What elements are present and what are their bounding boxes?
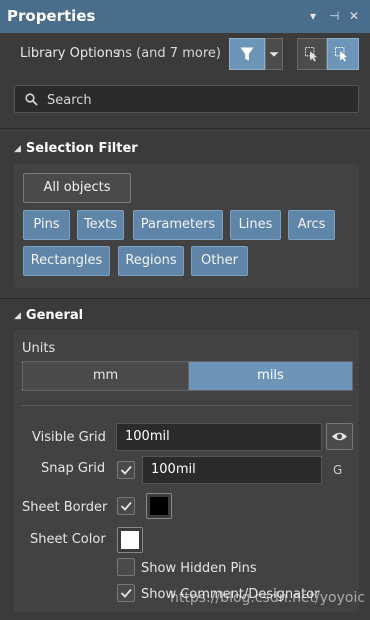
units-mils-option[interactable]: mils bbox=[189, 362, 352, 390]
general-title: General bbox=[25, 308, 84, 323]
general-header[interactable]: ◢ General bbox=[14, 308, 83, 323]
panel-title: Properties bbox=[7, 7, 96, 25]
divider bbox=[0, 298, 370, 299]
pin-icon[interactable]: ⊣ bbox=[329, 9, 339, 23]
selection-filter-header[interactable]: ◢ Selection Filter bbox=[14, 141, 138, 156]
checkmark-icon bbox=[120, 588, 132, 598]
snap-grid-label: Snap Grid bbox=[41, 461, 106, 476]
chip-texts[interactable]: Texts bbox=[77, 210, 124, 240]
units-segmented-control: mm mils bbox=[22, 361, 353, 391]
selection-filter-panel: All objects Pins Texts Parameters Lines … bbox=[14, 164, 359, 288]
snap-grid-checkbox[interactable] bbox=[117, 461, 135, 479]
panel-menu-icon[interactable]: ▾ bbox=[310, 9, 316, 23]
chip-arcs[interactable]: Arcs bbox=[288, 210, 335, 240]
watermark-text: https://blog.csdn.net/yoyoic bbox=[170, 590, 366, 606]
visible-grid-input[interactable]: 100mil bbox=[116, 423, 322, 451]
chip-lines[interactable]: Lines bbox=[230, 210, 281, 240]
show-hidden-pins-checkbox[interactable] bbox=[117, 558, 135, 576]
show-hidden-pins-label: Show Hidden Pins bbox=[141, 561, 257, 576]
search-icon bbox=[25, 93, 38, 106]
units-label: Units bbox=[22, 341, 56, 356]
sheet-border-color-swatch bbox=[150, 497, 168, 515]
units-mm-option[interactable]: mm bbox=[23, 362, 189, 390]
cursor-select-icon bbox=[305, 47, 318, 62]
snap-grid-hotkey: G bbox=[333, 463, 343, 477]
chip-pins[interactable]: Pins bbox=[23, 210, 70, 240]
cursor-area-icon bbox=[335, 46, 348, 62]
visible-grid-toggle[interactable] bbox=[326, 423, 353, 450]
chip-other[interactable]: Other bbox=[191, 246, 248, 276]
chip-rectangles[interactable]: Rectangles bbox=[23, 246, 110, 276]
show-comment-checkbox[interactable] bbox=[117, 584, 135, 602]
library-options-label: Library Options bbox=[20, 46, 120, 61]
filter-button[interactable] bbox=[229, 38, 265, 70]
selection-filter-title: Selection Filter bbox=[25, 141, 138, 156]
divider bbox=[0, 128, 370, 129]
sheet-border-color-button[interactable] bbox=[146, 493, 172, 519]
sheet-border-checkbox[interactable] bbox=[117, 497, 135, 515]
chip-parameters[interactable]: Parameters bbox=[133, 210, 223, 240]
sheet-border-label: Sheet Border bbox=[22, 500, 108, 515]
checkmark-icon bbox=[120, 501, 132, 511]
close-icon[interactable]: ✕ bbox=[349, 9, 359, 23]
snap-grid-input[interactable]: 100mil bbox=[142, 456, 322, 484]
search-box bbox=[14, 85, 359, 113]
chevron-down-icon bbox=[269, 52, 279, 57]
panel-titlebar: Properties ▾ ⊣ ✕ bbox=[0, 0, 370, 33]
divider bbox=[22, 405, 353, 406]
checkmark-icon bbox=[120, 465, 132, 475]
collapse-triangle-icon: ◢ bbox=[14, 311, 21, 321]
chip-regions[interactable]: Regions bbox=[118, 246, 184, 276]
select-inside-button[interactable] bbox=[327, 38, 359, 70]
filter-dropdown-button[interactable] bbox=[265, 38, 283, 70]
panel-toolbar: Library Options ns (and 7 more) bbox=[0, 33, 370, 78]
sheet-color-label: Sheet Color bbox=[30, 532, 106, 547]
sheet-color-swatch bbox=[121, 531, 139, 549]
search-input[interactable] bbox=[45, 89, 349, 111]
filter-summary-text: ns (and 7 more) bbox=[117, 46, 221, 61]
sheet-color-button[interactable] bbox=[117, 527, 143, 553]
eye-icon bbox=[332, 432, 347, 441]
all-objects-button[interactable]: All objects bbox=[23, 173, 131, 203]
collapse-triangle-icon: ◢ bbox=[14, 144, 21, 154]
select-mode-button[interactable] bbox=[297, 38, 327, 70]
funnel-icon bbox=[240, 47, 254, 61]
visible-grid-label: Visible Grid bbox=[32, 430, 106, 445]
